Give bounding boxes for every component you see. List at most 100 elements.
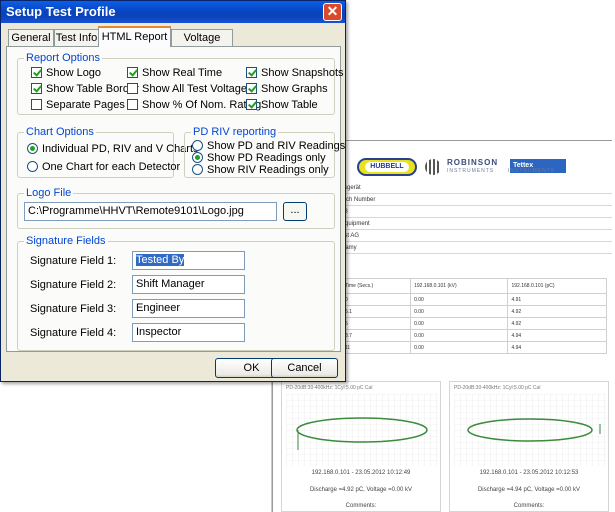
checkbox-box[interactable] xyxy=(127,99,138,110)
logo-file-title: Logo File xyxy=(24,187,74,199)
tettex-logo-subtext: INSTRUMENTS xyxy=(508,168,556,174)
checkbox-label: Separate Pages xyxy=(46,98,125,111)
radio-label: Show RIV Readings only xyxy=(207,163,329,176)
signature-field-3-input[interactable]: Engineer xyxy=(132,299,245,318)
signature-field-3-label: Signature Field 3: xyxy=(30,303,117,315)
table-header-cell: Time (Secs.) xyxy=(340,278,412,294)
show-table-checkbox[interactable]: Show Table xyxy=(246,98,318,111)
table-row: 5.1 0.00 4.92 xyxy=(340,305,607,318)
robinson-logo-subtext: INSTRUMENTS xyxy=(447,168,495,174)
table-cell: 8.7 xyxy=(340,329,412,342)
signature-field-2-label: Signature Field 2: xyxy=(30,279,117,291)
checkbox-box[interactable] xyxy=(127,83,138,94)
checkbox-label: Show Logo xyxy=(46,66,102,79)
browse-logo-button[interactable]: ... xyxy=(283,202,307,221)
show-all-test-voltages-checkbox[interactable]: Show All Test Voltages xyxy=(127,82,252,95)
checkbox-box[interactable] xyxy=(246,67,257,78)
signature-field-1-value: Tested By xyxy=(136,254,185,266)
signature-field-2-input[interactable]: Shift Manager xyxy=(132,275,245,294)
signature-fields-title: Signature Fields xyxy=(24,235,108,247)
report-options-group: Report Options Show Logo Show Real Time … xyxy=(17,52,344,115)
show-table-border-checkbox[interactable]: Show Table Border xyxy=(31,82,139,95)
signature-field-1-label: Signature Field 1: xyxy=(30,255,117,267)
radio-dot[interactable] xyxy=(27,143,38,154)
logo-file-group: Logo File C:\Programme\HHVT\Remote9101\L… xyxy=(17,187,335,229)
setup-test-profile-dialog: Setup Test Profile ✕ General Test Info H… xyxy=(0,0,346,382)
table-cell: 4.94 xyxy=(507,329,607,342)
table-cell: 0 xyxy=(340,293,412,306)
show-riv-only-radio[interactable]: Show RIV Readings only xyxy=(192,163,329,176)
checkbox-label: Show % Of Nom. Rating xyxy=(142,98,262,111)
dialog-titlebar[interactable]: Setup Test Profile ✕ xyxy=(1,1,345,23)
graph-caption: 192.168.0.101 - 23.05.2012 10:12:53 xyxy=(479,470,579,476)
checkbox-label: Show All Test Voltages xyxy=(142,82,253,95)
table-cell: 5.1 xyxy=(340,305,412,318)
pd-graph-panel-2: PD-20dB:30-400kHz: 1Cyl:5.00 pC Cal 192.… xyxy=(449,381,609,512)
checkbox-box[interactable] xyxy=(31,99,42,110)
graph-settings-label: PD-20dB:30-400kHz: 1Cyl:5.00 pC Cal xyxy=(454,385,541,391)
graph-caption: 192.168.0.101 - 23.05.2012 10:12:49 xyxy=(311,470,411,476)
close-icon: ✕ xyxy=(326,3,339,19)
robinson-logo-icon xyxy=(425,159,441,175)
hubbell-logo: HUBBELL xyxy=(357,158,417,176)
radio-label: One Chart for each Detector xyxy=(42,160,181,173)
html-report-tab-panel: Report Options Show Logo Show Real Time … xyxy=(6,46,345,352)
table-header-row: Time (Secs.) 192.168.0.101 (kV) 192.168.… xyxy=(340,278,607,294)
radio-dot[interactable] xyxy=(27,161,38,172)
show-snapshots-checkbox[interactable]: Show Snapshots xyxy=(246,66,344,79)
checkbox-box[interactable] xyxy=(31,67,42,78)
table-cell: 0.00 xyxy=(410,329,509,342)
pd-ellipse-graph xyxy=(454,394,606,466)
signature-field-4-label: Signature Field 4: xyxy=(30,327,117,339)
signature-fields-group: Signature Fields Signature Field 1: Test… xyxy=(17,235,335,351)
chart-options-group: Chart Options Individual PD, RIV and V C… xyxy=(17,126,199,178)
show-percent-nom-rating-checkbox[interactable]: Show % Of Nom. Rating xyxy=(127,98,261,111)
graph-discharge-text: Discharge =4.94 pC, Voltage =0.00 kV xyxy=(477,487,581,493)
show-logo-checkbox[interactable]: Show Logo xyxy=(31,66,101,79)
checkbox-label: Show Table Border xyxy=(46,82,139,95)
radio-dot[interactable] xyxy=(192,152,203,163)
tab-html-report[interactable]: HTML Report xyxy=(98,26,171,47)
logo-file-path-input[interactable]: C:\Programme\HHVT\Remote9101\Logo.jpg xyxy=(24,202,277,221)
table-cell: 4.91 xyxy=(507,293,607,306)
checkbox-box[interactable] xyxy=(31,83,42,94)
individual-charts-radio[interactable]: Individual PD, RIV and V Charts xyxy=(27,142,199,155)
checkbox-box[interactable] xyxy=(127,67,138,78)
cancel-button[interactable]: Cancel xyxy=(271,358,338,378)
table-cell: 11 xyxy=(340,341,412,354)
graph-settings-label: PD-20dB:30-400kHz: 1Cyl:5.00 pC Cal xyxy=(286,385,373,391)
radio-label: Show PD and RIV Readings xyxy=(207,139,346,152)
table-cell: 4.92 xyxy=(507,305,607,318)
show-graphs-checkbox[interactable]: Show Graphs xyxy=(246,82,328,95)
tab-test-info[interactable]: Test Info xyxy=(54,29,99,47)
radio-label: Individual PD, RIV and V Charts xyxy=(42,142,199,155)
table-row: 5 0.00 4.92 xyxy=(340,317,607,330)
table-cell: 0.00 xyxy=(410,317,509,330)
show-real-time-checkbox[interactable]: Show Real Time xyxy=(127,66,222,79)
graph-discharge-text: Discharge =4.92 pC, Voltage =0.00 kV xyxy=(309,487,413,493)
graph-comments-label: Comments: xyxy=(345,503,377,509)
table-cell: 4.92 xyxy=(507,317,607,330)
radio-dot[interactable] xyxy=(192,140,203,151)
hubbell-logo-text: HUBBELL xyxy=(365,162,409,172)
signature-field-1-input[interactable]: Tested By xyxy=(132,251,245,270)
table-cell: 0.00 xyxy=(410,293,509,306)
checkbox-label: Show Table xyxy=(261,98,318,111)
table-header-cell: 192.168.0.101 (pC) xyxy=(507,278,607,294)
checkbox-box[interactable] xyxy=(246,99,257,110)
pd-graph-panel-1: PD-20dB:30-400kHz: 1Cyl:5.00 pC Cal 192.… xyxy=(281,381,441,512)
table-cell: 0.00 xyxy=(410,305,509,318)
radio-dot[interactable] xyxy=(192,164,203,175)
separate-pages-checkbox[interactable]: Separate Pages xyxy=(31,98,125,111)
checkbox-box[interactable] xyxy=(246,83,257,94)
report-measurement-table: Time (Secs.) 192.168.0.101 (kV) 192.168.… xyxy=(340,278,607,354)
table-cell: 5 xyxy=(340,317,412,330)
checkbox-label: Show Snapshots xyxy=(261,66,344,79)
signature-field-4-input[interactable]: Inspector xyxy=(132,323,245,342)
graph-comments-label: Comments: xyxy=(513,503,545,509)
tab-general[interactable]: General xyxy=(8,29,54,47)
one-chart-per-detector-radio[interactable]: One Chart for each Detector xyxy=(27,160,180,173)
tab-voltage-profile[interactable]: Voltage Profile xyxy=(171,29,233,60)
table-row: 11 0.00 4.94 xyxy=(340,341,607,354)
close-button[interactable]: ✕ xyxy=(323,3,342,21)
